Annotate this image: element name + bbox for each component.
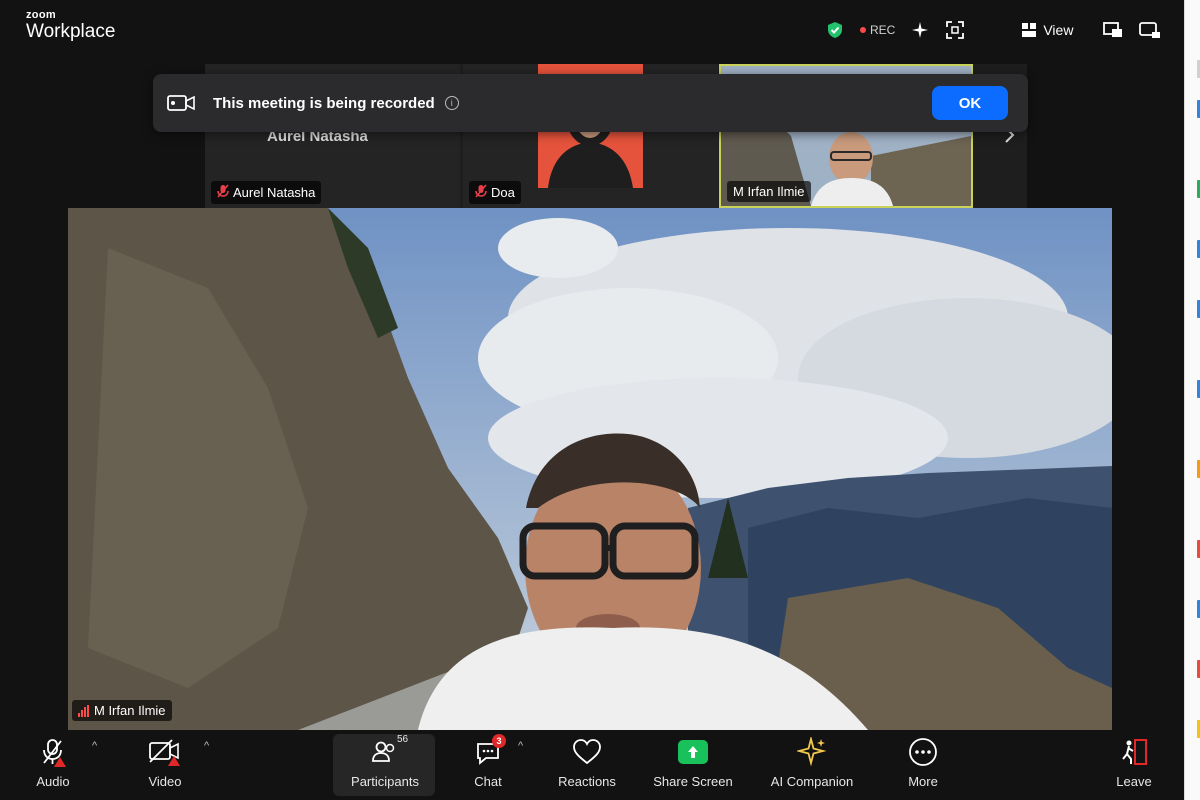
video-label: Video	[148, 774, 182, 789]
brand-zoom-text: zoom	[26, 9, 56, 21]
participants-count: 56	[397, 734, 409, 745]
muted-mic-icon	[38, 736, 68, 768]
participant-name: Doa	[491, 185, 515, 200]
main-speaker-name-tag: M Irfan Ilmie	[72, 700, 172, 721]
share-screen-label: Share Screen	[653, 774, 733, 789]
top-controls: REC View	[826, 18, 1161, 42]
shield-check-icon[interactable]	[826, 21, 844, 39]
rec-label: REC	[870, 23, 896, 37]
chat-label: Chat	[474, 774, 502, 789]
leave-door-icon	[1119, 736, 1149, 768]
recording-notice-text: This meeting is being recorded	[213, 94, 435, 112]
chat-button[interactable]: 3 Chat	[466, 732, 510, 796]
audio-options-chevron-icon[interactable]: ^	[92, 740, 97, 752]
adjacent-window-edge	[1184, 0, 1200, 800]
video-options-chevron-icon[interactable]: ^	[204, 740, 209, 752]
app-brand: zoom Workplace	[26, 9, 116, 42]
participant-name-tag: M Irfan Ilmie	[727, 181, 811, 202]
view-grid-icon	[1021, 22, 1037, 38]
more-button[interactable]: More	[900, 732, 946, 796]
participants-label: Participants	[351, 774, 419, 789]
participant-name-tag: Doa	[469, 181, 521, 204]
leave-button[interactable]: Leave	[1110, 732, 1158, 796]
muted-mic-icon	[475, 184, 487, 201]
zoom-window: zoom Workplace REC View Aurel Natasha Au…	[0, 0, 1184, 800]
audio-button[interactable]: Audio	[28, 732, 78, 796]
chat-unread-badge: 3	[492, 734, 506, 748]
ai-companion-button[interactable]: AI Companion	[762, 732, 862, 796]
speaker-video-frame	[68, 208, 1112, 730]
recording-camera-icon	[167, 93, 195, 113]
recording-notice-banner: This meeting is being recorded i OK	[153, 74, 1028, 132]
meeting-toolbar: Audio ^ Video ^ 56 Participants 3 Chat ^	[0, 732, 1184, 800]
chat-options-chevron-icon[interactable]: ^	[518, 740, 523, 752]
muted-mic-icon	[217, 184, 229, 201]
more-label: More	[908, 774, 938, 789]
brand-workplace-text: Workplace	[26, 21, 116, 42]
share-screen-icon	[678, 736, 708, 768]
heart-icon	[572, 736, 602, 768]
ai-companion-label: AI Companion	[770, 774, 854, 789]
expand-icon[interactable]	[945, 20, 965, 40]
sparkle-icon[interactable]	[911, 21, 929, 39]
chat-icon: 3	[474, 734, 506, 768]
ai-sparkle-icon	[797, 736, 827, 768]
ok-button[interactable]: OK	[932, 86, 1008, 120]
view-button[interactable]: View	[1021, 22, 1073, 38]
rec-indicator-icon	[860, 27, 866, 33]
main-speaker-video[interactable]	[68, 208, 1112, 730]
leave-label: Leave	[1116, 774, 1152, 789]
participants-icon: 56	[371, 734, 408, 768]
picture-in-picture-icon[interactable]	[1103, 21, 1123, 39]
main-speaker-name: M Irfan Ilmie	[94, 703, 166, 718]
view-label: View	[1043, 22, 1074, 38]
participant-name: M Irfan Ilmie	[733, 184, 805, 199]
video-button[interactable]: Video	[140, 732, 190, 796]
participant-name-tag: Aurel Natasha	[211, 181, 322, 204]
reactions-button[interactable]: Reactions	[552, 732, 622, 796]
more-dots-icon	[908, 736, 938, 768]
audio-label: Audio	[36, 774, 70, 789]
minimize-window-icon[interactable]	[1139, 21, 1161, 39]
participant-name: Aurel Natasha	[233, 185, 316, 200]
video-off-icon	[148, 736, 182, 768]
info-icon[interactable]: i	[444, 96, 459, 110]
recording-indicator[interactable]: REC	[860, 23, 895, 37]
reactions-label: Reactions	[558, 774, 616, 789]
participants-button[interactable]: 56 Participants	[345, 732, 425, 796]
share-screen-button[interactable]: Share Screen	[648, 732, 738, 796]
signal-strength-icon	[78, 704, 89, 717]
